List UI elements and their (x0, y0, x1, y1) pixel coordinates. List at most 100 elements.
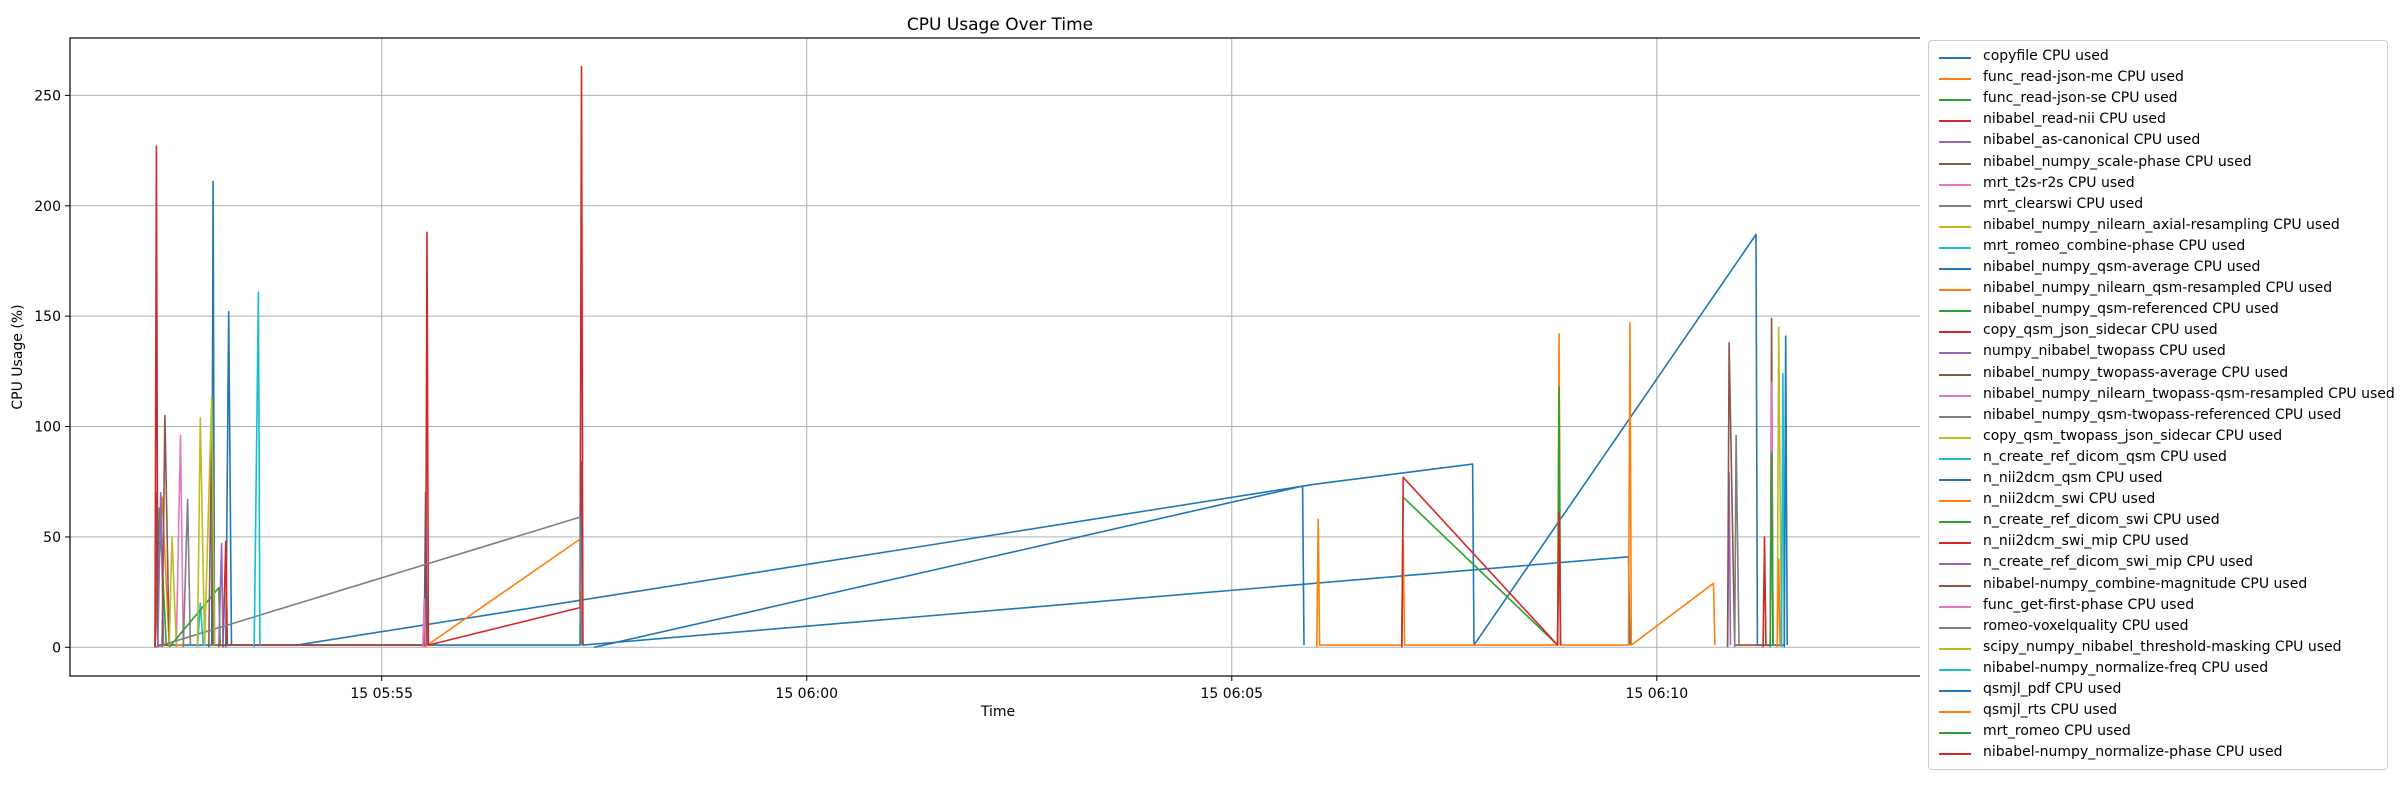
legend-swatch (1939, 246, 1971, 249)
legend-label: n_nii2dcm_swi CPU used (1983, 491, 2156, 508)
legend-swatch (1939, 204, 1971, 207)
legend-label: nibabel_numpy_qsm-referenced CPU used (1983, 301, 2279, 318)
series-line (161, 414, 170, 648)
legend-swatch (1939, 563, 1971, 566)
legend-label: nibabel_numpy_nilearn_twopass-qsm-resamp… (1983, 385, 2395, 402)
legend-swatch (1939, 521, 1971, 524)
x-tick-label: 15 06:00 (775, 686, 838, 702)
legend-label: nibabel-numpy_normalize-phase CPU used (1983, 744, 2283, 761)
legend-swatch (1939, 289, 1971, 292)
y-tick-label: 0 (52, 640, 61, 656)
legend-item: n_nii2dcm_swi_mip CPU used (1929, 532, 2387, 553)
legend-swatch (1939, 162, 1971, 165)
series-line (222, 65, 584, 648)
legend-item: n_nii2dcm_qsm CPU used (1929, 469, 2387, 490)
series-line (175, 434, 185, 648)
legend-item: nibabel-numpy_combine-magnitude CPU used (1929, 575, 2387, 596)
legend-swatch (1939, 57, 1971, 59)
y-tick-label: 150 (34, 309, 61, 325)
legend-item: nibabel-numpy_normalize-freq CPU used (1929, 659, 2387, 680)
legend-label: romeo-voxelquality CPU used (1983, 617, 2189, 634)
series-line (423, 538, 583, 648)
legend-label: copy_qsm_twopass_json_sidecar CPU used (1983, 427, 2283, 444)
x-tick-label: 15 06:10 (1625, 686, 1688, 702)
series-line (1401, 476, 1562, 648)
legend-item: romeo-voxelquality CPU used (1929, 617, 2387, 638)
legend-label: n_nii2dcm_qsm CPU used (1983, 470, 2163, 486)
legend-swatch (1939, 668, 1971, 671)
legend-label: nibabel-numpy_combine-magnitude CPU used (1983, 575, 2308, 592)
legend-swatch (1939, 542, 1971, 545)
legend-label: nibabel-numpy_normalize-freq CPU used (1983, 659, 2269, 676)
legend-item: n_create_ref_dicom_swi CPU used (1929, 511, 2387, 532)
legend-swatch (1939, 479, 1971, 481)
legend-item: nibabel_numpy_scale-phase CPU used (1929, 153, 2387, 174)
plot-series (154, 65, 1788, 649)
legend-item: n_nii2dcm_swi CPU used (1929, 490, 2387, 511)
legend-label: copy_qsm_json_sidecar CPU used (1983, 322, 2218, 339)
legend-label: nibabel_read-nii CPU used (1983, 111, 2166, 128)
legend-swatch (1939, 584, 1971, 587)
legend-label: mrt_clearswi CPU used (1983, 195, 2144, 212)
legend-swatch (1939, 500, 1971, 503)
legend-item: mrt_romeo CPU used (1929, 722, 2387, 743)
legend-label: func_get-first-phase CPU used (1983, 596, 2195, 613)
legend-swatch (1939, 732, 1971, 735)
legend-item: nibabel_numpy_qsm-referenced CPU used (1929, 300, 2387, 321)
legend-item: nibabel_numpy_twopass-average CPU used (1929, 364, 2387, 385)
legend-item: numpy_nibabel_twopass CPU used (1929, 342, 2387, 363)
legend-item: copy_qsm_twopass_json_sidecar CPU used (1929, 427, 2387, 448)
legend-label: n_create_ref_dicom_swi CPU used (1983, 512, 2220, 529)
legend-swatch (1939, 78, 1971, 81)
grid-lines (70, 38, 1920, 676)
legend-item: nibabel_numpy_nilearn_qsm-resampled CPU … (1929, 279, 2387, 300)
legend-item: func_read-json-se CPU used (1929, 89, 2387, 110)
legend-item: nibabel_numpy_qsm-average CPU used (1929, 258, 2387, 279)
legend-swatch (1939, 141, 1971, 144)
legend-label: mrt_romeo_combine-phase CPU used (1983, 237, 2246, 254)
legend-label: nibabel_numpy_nilearn_axial-resampling C… (1983, 216, 2340, 233)
legend-swatch (1939, 457, 1971, 460)
legend-swatch (1939, 626, 1971, 629)
legend-swatch (1939, 120, 1971, 123)
axis-ticks: 15 05:55 15 06:00 15 06:05 15 06:10 0 50 100 15… (34, 88, 1688, 702)
legend: copyfile CPU used func_read-json-me CPU u… (1928, 40, 2395, 770)
legend-item: mrt_clearswi CPU used (1929, 195, 2387, 216)
legend-swatch (1939, 352, 1971, 355)
legend-item: func_read-json-me CPU used (1929, 68, 2387, 89)
y-tick-label: 100 (34, 420, 61, 436)
legend-label: scipy_numpy_nibabel_threshold-masking CP… (1983, 638, 2342, 655)
legend-label: qsmjl_rts CPU used (1983, 702, 2118, 719)
legend-swatch (1939, 225, 1971, 228)
legend-label: copyfile CPU used (1983, 48, 2109, 64)
legend-item: qsmjl_pdf CPU used (1929, 680, 2387, 701)
legend-label: func_read-json-me CPU used (1983, 69, 2184, 86)
legend-label: nibabel_numpy_twopass-average CPU used (1983, 364, 2289, 381)
series-line (208, 421, 428, 648)
x-tick-label: 15 05:55 (350, 686, 413, 702)
series-line (168, 536, 178, 648)
legend-label: func_read-json-se CPU used (1983, 90, 2178, 107)
series-line (1401, 386, 1562, 648)
legend-item: copy_qsm_json_sidecar CPU used (1929, 321, 2387, 342)
legend-item: scipy_numpy_nibabel_threshold-masking CP… (1929, 638, 2387, 659)
legend-label: nibabel_numpy_scale-phase CPU used (1983, 153, 2252, 170)
legend-item: mrt_t2s-r2s CPU used (1929, 174, 2387, 195)
legend-item: nibabel_numpy_nilearn_twopass-qsm-resamp… (1929, 385, 2395, 406)
legend-label: mrt_romeo CPU used (1983, 723, 2131, 740)
legend-item: qsmjl_rts CPU used (1929, 701, 2387, 722)
y-tick-label: 200 (34, 199, 61, 215)
series-line (1762, 536, 1767, 648)
legend-item: nibabel-numpy_normalize-phase CPU used (1929, 743, 2387, 764)
legend-swatch (1939, 394, 1971, 397)
series-line (225, 310, 1631, 648)
series-line (1783, 335, 1788, 648)
legend-label: n_create_ref_dicom_qsm CPU used (1983, 448, 2227, 465)
legend-swatch (1939, 436, 1971, 439)
x-axis-label: Time (980, 704, 1015, 720)
legend-label: mrt_t2s-r2s CPU used (1983, 174, 2135, 191)
legend-label: nibabel_numpy_qsm-average CPU used (1983, 259, 2261, 275)
chart-title: CPU Usage Over Time (907, 15, 1093, 35)
legend-item: func_get-first-phase CPU used (1929, 596, 2387, 617)
legend-swatch (1939, 753, 1971, 756)
